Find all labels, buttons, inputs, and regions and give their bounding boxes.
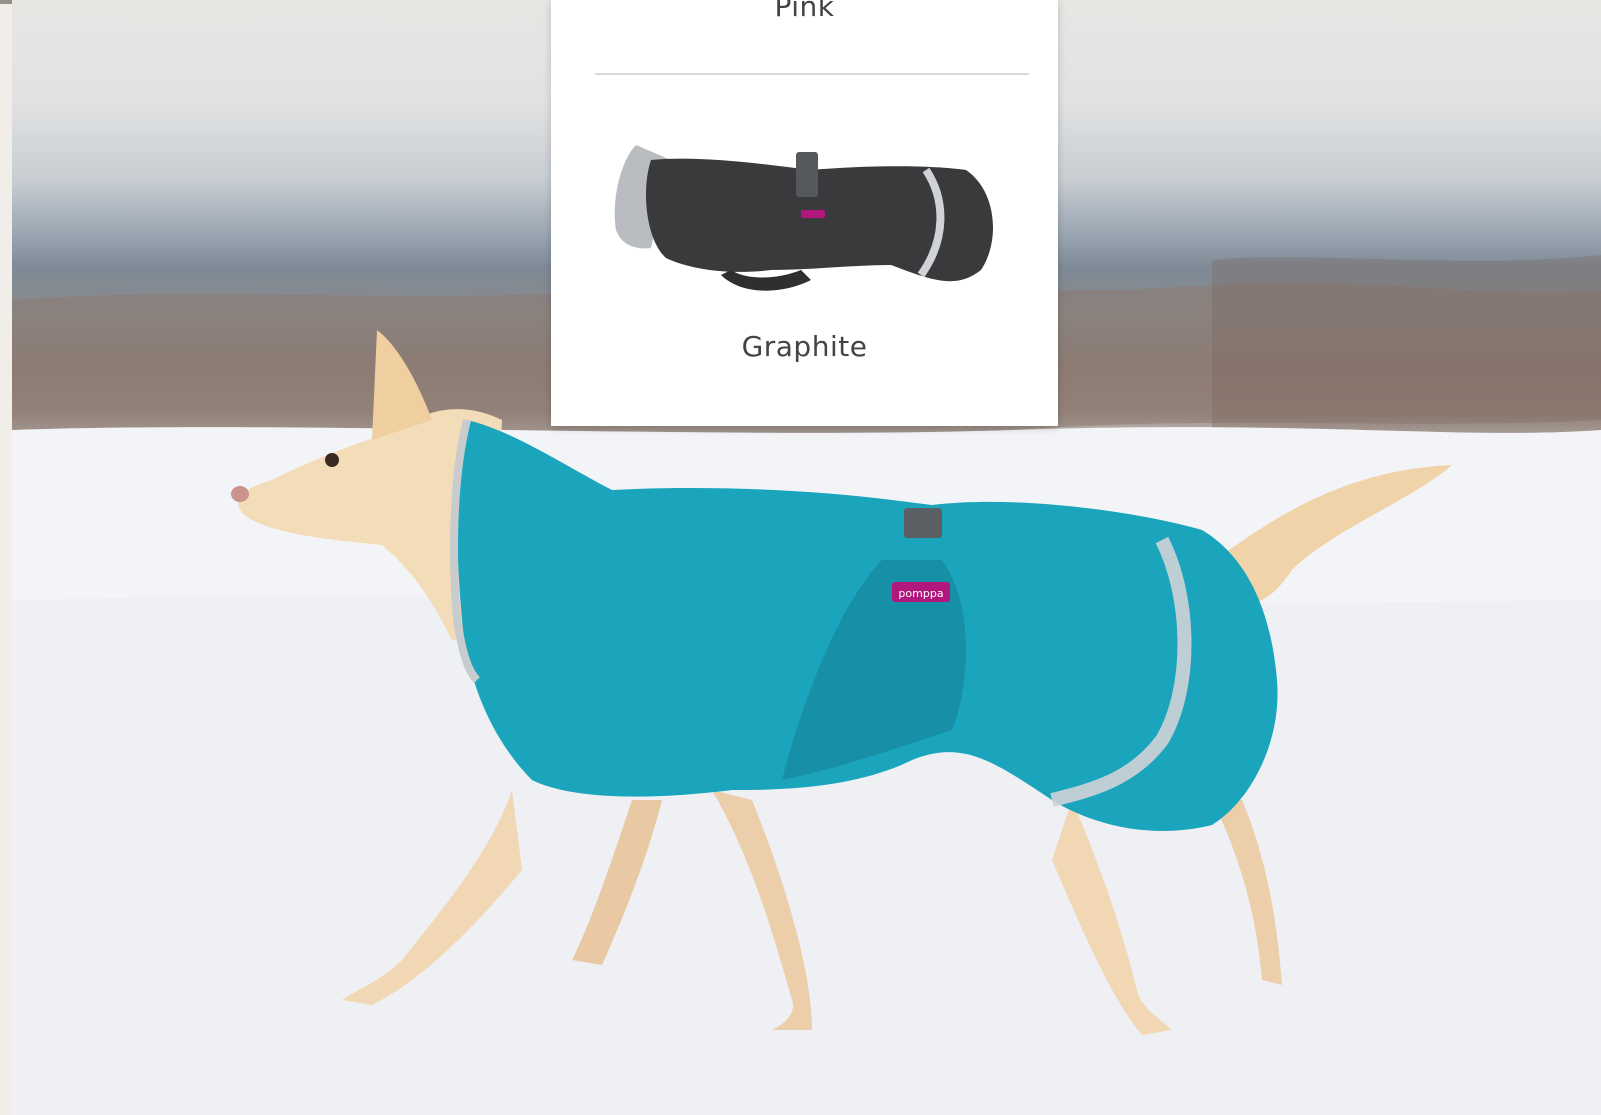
color-options-dropdown: Pink Graphite [551,0,1058,426]
option-divider [595,73,1029,75]
brand-tag-text: pomppa [898,587,943,600]
color-option-pink[interactable]: Pink [551,0,1058,23]
color-option-graphite[interactable]: Graphite [551,330,1058,363]
graphite-coat-image[interactable] [611,130,1001,300]
product-page: pomppa Pink Graphite [0,0,1601,1115]
